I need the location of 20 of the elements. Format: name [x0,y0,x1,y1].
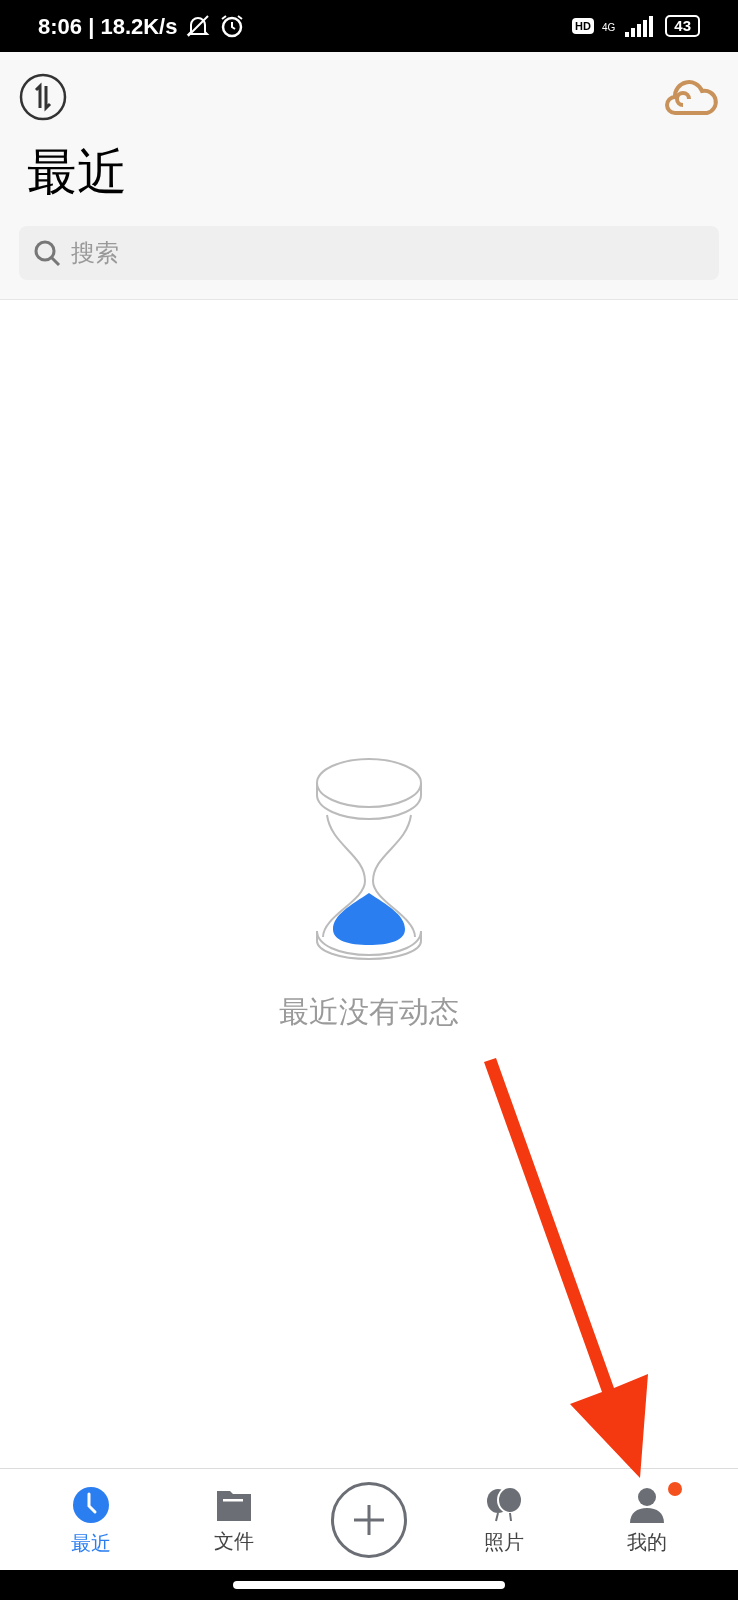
status-time: 8:06 | 18.2K/s [38,12,178,41]
hd-badge: HD [572,18,594,34]
nav-tab[interactable]: 最近 [46,1484,137,1555]
search-field[interactable]: 搜索 [19,226,719,280]
plus-icon [353,1504,384,1535]
nav-tab[interactable]: 照片 [459,1485,550,1554]
signal-icon [623,15,654,37]
person-icon [627,1485,666,1524]
page-title: 最近 [27,143,128,202]
nav-tab[interactable]: 我的 [601,1485,692,1554]
battery-indicator: 43 [665,15,700,37]
clock-icon [71,1484,112,1525]
sort-icon[interactable] [19,73,67,121]
cloud-icon[interactable] [665,77,719,117]
nav-tab[interactable]: 文件 [188,1486,279,1553]
empty-message: 最近没有动态 [279,993,459,1030]
add-button[interactable] [330,1481,407,1558]
muted-bell-icon [185,13,212,39]
network-label: 4G [601,23,616,33]
search-icon [33,239,61,267]
